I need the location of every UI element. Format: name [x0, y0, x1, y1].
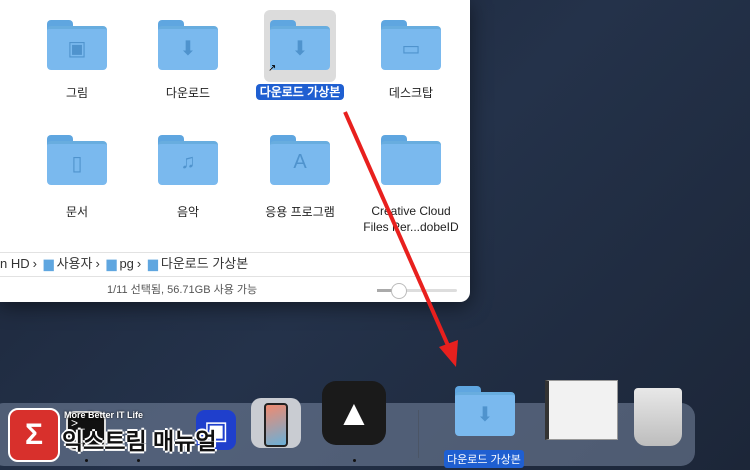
- running-indicator: [137, 459, 140, 462]
- iphone-mirroring-app-icon[interactable]: [251, 398, 301, 448]
- preview-app-icon[interactable]: ▲: [322, 381, 386, 445]
- documents-stack-icon[interactable]: [545, 380, 618, 440]
- running-indicator: [353, 459, 356, 462]
- dock-separator: [418, 410, 419, 458]
- running-indicator: [85, 459, 88, 462]
- download-folder-alias-icon[interactable]: ⬇: [455, 386, 515, 436]
- trash-icon[interactable]: [634, 388, 682, 446]
- drag-label: 다운로드 가상본: [444, 450, 524, 468]
